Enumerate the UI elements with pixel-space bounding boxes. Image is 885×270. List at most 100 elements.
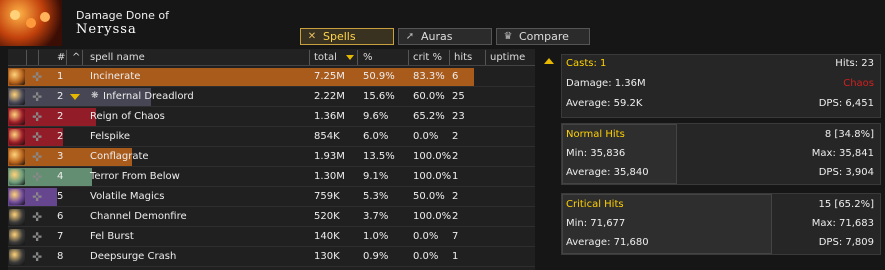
col-header-crit[interactable]: crit % [413,51,442,64]
tab-auras[interactable]: ➚ Auras [398,28,492,45]
row-hits: 2 [452,191,459,202]
row-crit: 60.0% [413,91,445,102]
table-row[interactable]: ✜ 5 Volatile Magics 759K 5.3% 50.0% 2 [8,187,535,207]
casts-damage: Damage: 1.36M [566,78,646,89]
spell-row-icon [9,149,25,165]
spell-name: Deepsurge Crash [90,251,177,262]
casts-average: Average: 59.2K [566,98,643,109]
row-hits: 6 [452,71,459,82]
critical-hits-count: 15 [65.2%] [818,199,874,210]
table-row[interactable]: ✜ 1 Incinerate 7.25M 50.9% 83.3% 6 [8,67,535,87]
col-header-hits[interactable]: hits [454,51,472,64]
table-row[interactable]: ✜ 3 Conflagrate 1.93M 13.5% 100.0% 2 [8,147,535,167]
table-row[interactable]: ✜ 8 Deepsurge Crash 130K 0.9% 0.0% 1 [8,247,535,267]
player-name: Neryssa [76,22,137,37]
casts-dps: DPS: 6,451 [818,98,874,109]
row-crit: 100.0% [413,211,452,222]
col-header-total[interactable]: total [314,51,337,64]
target-icon[interactable]: ✜ [30,190,44,204]
target-icon[interactable]: ✜ [30,250,44,264]
spell-row-icon [9,249,25,265]
school-label: Chaos [843,78,874,89]
table-row[interactable]: ✜ 2 Reign of Chaos 1.36M 9.6% 65.2% 23 [8,107,535,127]
spell-row-icon [9,89,25,105]
tab-compare[interactable]: ♛ Compare [496,28,590,45]
col-header-num[interactable]: # [57,51,65,64]
normal-hits-average: Average: 35,840 [566,167,649,178]
target-icon[interactable]: ✜ [30,130,44,144]
row-crit: 0.0% [413,251,439,262]
column-divider [357,50,358,65]
row-num: 2 [57,131,64,142]
row-crit: 50.0% [413,191,445,202]
row-num: 1 [57,71,64,82]
table-row[interactable]: ✜ 6 Channel Demonfire 520K 3.7% 100.0% 2 [8,207,535,227]
target-icon[interactable]: ✜ [30,170,44,184]
normal-hits-dps: DPS: 3,904 [818,167,874,178]
row-num: 4 [57,171,64,182]
spell-icon [0,0,62,46]
spell-row-icon [9,209,25,225]
target-icon[interactable]: ✜ [30,210,44,224]
normal-hits-max: Max: 35,841 [811,148,874,159]
normal-hits-min: Min: 35,836 [566,148,626,159]
row-total: 854K [314,131,340,142]
row-num: 2 [57,91,64,102]
spell-row-icon [9,169,25,185]
row-crit: 65.2% [413,111,445,122]
scrollbar[interactable] [541,56,557,270]
row-pct: 5.3% [363,191,389,202]
critical-hits-max: Max: 71,683 [811,218,874,229]
row-total: 130K [314,251,340,262]
spell-row-icon [9,129,25,145]
target-icon[interactable]: ✜ [30,90,44,104]
tab-spells[interactable]: ✕ Spells [300,28,394,45]
row-hits: 23 [452,111,465,122]
table-row[interactable]: ✜ 2 Felspike 854K 6.0% 0.0% 2 [8,127,535,147]
row-pct: 15.6% [363,91,395,102]
row-hits: 1 [452,171,459,182]
row-total: 140K [314,231,340,242]
table-row[interactable]: ✜ 2 Infernal Dreadlord 2.22M 15.6% 60.0% 25 ❋ [8,87,535,107]
col-header-sort[interactable]: ^ [72,51,80,64]
col-header-spell[interactable]: spell name [90,51,145,64]
row-num: 8 [57,251,64,262]
column-divider [408,50,409,65]
critical-hits-min: Min: 71,677 [566,218,626,229]
crown-icon: ♛ [503,31,513,42]
tab-label: Auras [421,30,453,43]
row-pct: 9.1% [363,171,389,182]
row-total: 759K [314,191,340,202]
tab-label: Spells [323,30,356,43]
critical-hits-average: Average: 71,680 [566,237,649,248]
row-total: 2.22M [314,91,345,102]
scroll-up-icon[interactable] [544,58,554,64]
target-icon[interactable]: ✜ [30,230,44,244]
col-header-pct[interactable]: % [363,51,373,64]
spell-row-icon [9,229,25,245]
spell-name: Felspike [90,131,131,142]
row-pct: 1.0% [363,231,389,242]
row-pct: 3.7% [363,211,389,222]
row-crit: 83.3% [413,71,445,82]
row-num: 3 [57,151,64,162]
column-divider [82,50,83,65]
row-num: 7 [57,231,64,242]
target-icon[interactable]: ✜ [30,150,44,164]
target-icon[interactable]: ✜ [30,70,44,84]
row-num: 5 [57,191,64,202]
expand-arrow-icon[interactable] [70,94,80,100]
spell-name: Reign of Chaos [90,111,165,122]
spell-name: Volatile Magics [90,191,165,202]
damage-bar [8,68,474,86]
table-row[interactable]: ✜ 7 Fel Burst 140K 1.0% 0.0% 7 [8,227,535,247]
normal-hits-count: 8 [34.8%] [824,129,874,140]
target-icon[interactable]: ✜ [30,110,44,124]
row-hits: 1 [452,251,459,262]
row-total: 1.93M [314,151,345,162]
casts-hits: Hits: 23 [835,58,874,69]
table-row[interactable]: ✜ 4 Terror From Below 1.30M 9.1% 100.0% 1 [8,167,535,187]
col-header-uptime[interactable]: uptime [490,51,525,64]
column-divider [449,50,450,65]
spell-name: Terror From Below [90,171,180,182]
